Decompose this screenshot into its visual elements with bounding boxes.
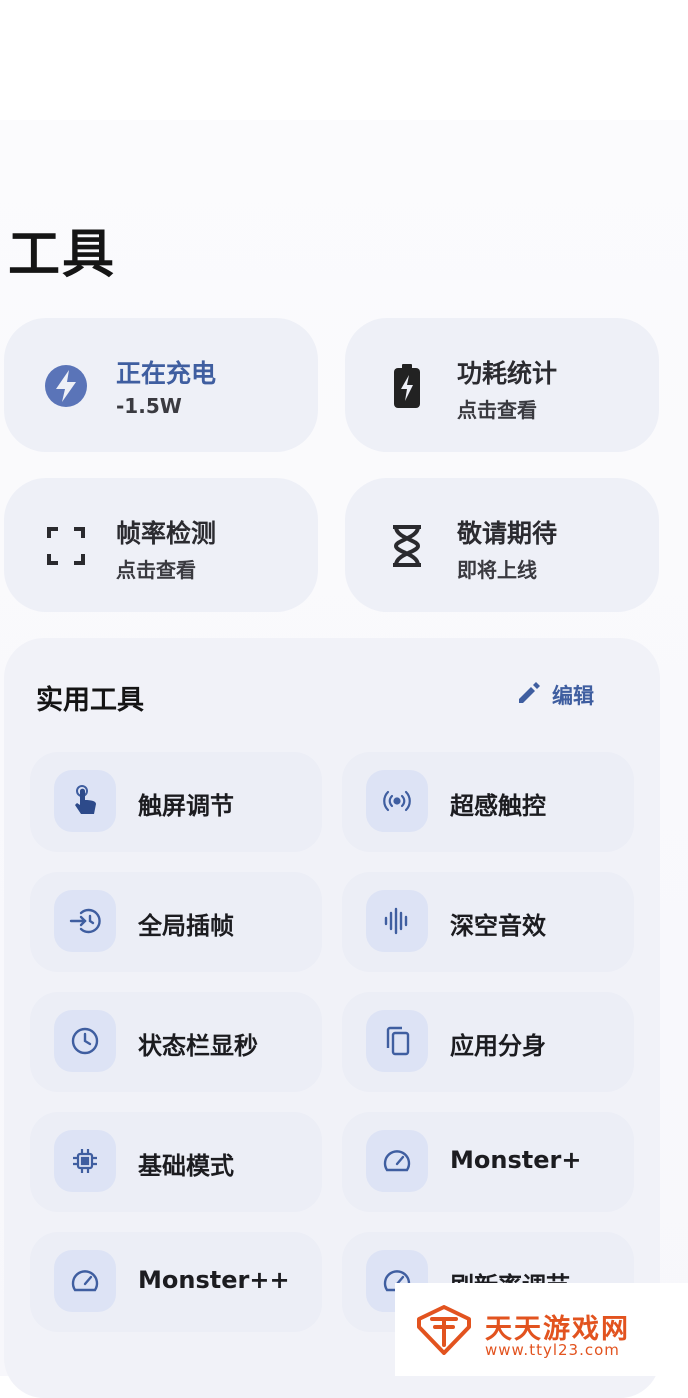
frame-corners-icon bbox=[42, 522, 90, 570]
pencil-icon bbox=[516, 680, 542, 710]
copy-icon bbox=[366, 1010, 428, 1072]
clock-icon bbox=[54, 1010, 116, 1072]
tool-statusbar-seconds[interactable]: 状态栏显秒 bbox=[30, 992, 322, 1092]
page-title: 工具 bbox=[8, 225, 117, 285]
card-subtitle: 即将上线 bbox=[457, 558, 537, 582]
touch-hand-icon bbox=[54, 770, 116, 832]
power-stats-card[interactable]: 功耗统计 点击查看 bbox=[345, 318, 659, 452]
tool-app-clone[interactable]: 应用分身 bbox=[342, 992, 634, 1092]
tool-label: Monster+ bbox=[450, 1146, 582, 1174]
tool-label: 全局插帧 bbox=[138, 912, 234, 940]
tool-label: 超感触控 bbox=[450, 792, 546, 820]
card-subtitle: 点击查看 bbox=[116, 558, 196, 582]
speedometer-icon bbox=[366, 1130, 428, 1192]
tool-label: 基础模式 bbox=[138, 1152, 234, 1180]
tool-label: 状态栏显秒 bbox=[138, 1032, 258, 1060]
watermark-logo-icon bbox=[415, 1305, 473, 1359]
card-subtitle: 点击查看 bbox=[457, 398, 537, 422]
bolt-circle-icon bbox=[42, 362, 90, 410]
tool-basic-mode[interactable]: 基础模式 bbox=[30, 1112, 322, 1212]
tool-touch-adjust[interactable]: 触屏调节 bbox=[30, 752, 322, 852]
edit-label: 编辑 bbox=[552, 684, 594, 708]
chip-icon bbox=[54, 1130, 116, 1192]
tool-label: Monster++ bbox=[138, 1266, 290, 1294]
card-title: 帧率检测 bbox=[116, 519, 217, 548]
card-title: 正在充电 bbox=[116, 359, 217, 388]
watermark: 天天游戏网 www.ttyl23.com bbox=[395, 1283, 688, 1376]
tool-label: 触屏调节 bbox=[138, 792, 234, 820]
tool-super-touch[interactable]: 超感触控 bbox=[342, 752, 634, 852]
hourglass-icon bbox=[383, 522, 431, 570]
tool-frame-insert[interactable]: 全局插帧 bbox=[30, 872, 322, 972]
card-title: 功耗统计 bbox=[457, 359, 558, 388]
battery-charging-icon bbox=[383, 362, 431, 410]
card-title: 敬请期待 bbox=[457, 519, 558, 548]
fps-detect-card[interactable]: 帧率检测 点击查看 bbox=[4, 478, 318, 612]
frame-insert-icon bbox=[54, 890, 116, 952]
tools-panel-title: 实用工具 bbox=[36, 685, 144, 716]
charging-card[interactable]: 正在充电 -1.5W bbox=[4, 318, 318, 452]
coming-soon-card[interactable]: 敬请期待 即将上线 bbox=[345, 478, 659, 612]
tool-monster-plus[interactable]: Monster+ bbox=[342, 1112, 634, 1212]
audio-bars-icon bbox=[366, 890, 428, 952]
edit-button[interactable]: 编辑 bbox=[516, 680, 594, 710]
tool-label: 深空音效 bbox=[450, 912, 546, 940]
watermark-url: www.ttyl23.com bbox=[485, 1341, 620, 1359]
card-subtitle: -1.5W bbox=[116, 394, 182, 418]
tool-deep-space-audio[interactable]: 深空音效 bbox=[342, 872, 634, 972]
tool-label: 应用分身 bbox=[450, 1032, 546, 1060]
signal-waves-icon bbox=[366, 770, 428, 832]
speedometer-icon bbox=[54, 1250, 116, 1312]
tool-monster-plus-plus[interactable]: Monster++ bbox=[30, 1232, 322, 1332]
